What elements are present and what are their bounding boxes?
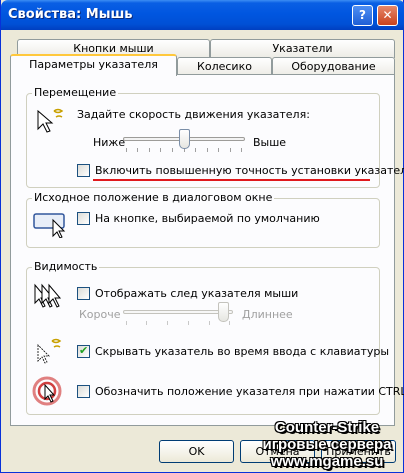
tab-label: Оборудование xyxy=(291,60,376,73)
pointer-trails-icon xyxy=(34,283,62,308)
enhance-precision-checkbox[interactable]: ✔ xyxy=(77,164,90,177)
ok-button[interactable]: OK xyxy=(159,440,234,463)
tab-label: Указатели xyxy=(272,42,333,55)
pointer-trails-label[interactable]: Отображать след указателя мыши xyxy=(95,287,298,300)
hide-pointer-label[interactable]: Скрывать указатель во время ввода с клав… xyxy=(95,345,389,358)
snap-to-button-icon xyxy=(33,213,66,238)
tab-pointer-options[interactable]: Параметры указателя xyxy=(10,54,177,76)
snap-to-legend: Исходное положение в диалоговом окне xyxy=(32,191,275,204)
tab-label: Параметры указателя xyxy=(29,58,158,71)
ctrl-locate-icon xyxy=(32,376,62,406)
visibility-legend: Видимость xyxy=(32,260,100,273)
snap-to-default-checkbox[interactable]: ✔ xyxy=(77,212,90,225)
tab-pointers[interactable]: Указатели xyxy=(210,39,395,58)
motion-legend: Перемещение xyxy=(32,86,119,99)
trails-slider-thumb[interactable] xyxy=(218,302,229,322)
close-button[interactable]: ✕ xyxy=(377,5,398,26)
site-watermark: Counter-Strike игровые сервера www.mgame… xyxy=(249,419,404,470)
trails-long-label: Длиннее xyxy=(242,308,293,321)
highlight-underline xyxy=(93,179,370,181)
trails-slider-track[interactable] xyxy=(123,310,233,314)
watermark-line-2: игровые сервера xyxy=(262,436,392,453)
speed-label: Задайте скорость движения указателя: xyxy=(77,108,310,121)
hide-pointer-icon xyxy=(37,338,62,364)
hide-pointer-checkbox[interactable]: ✔ xyxy=(77,344,90,358)
watermark-line-3: www.mgame.su xyxy=(270,453,384,470)
pointer-speed-icon xyxy=(37,108,64,133)
help-button[interactable]: ? xyxy=(352,5,373,26)
speed-slider-thumb[interactable] xyxy=(179,129,190,149)
window-title: Свойства: Мышь xyxy=(8,7,133,22)
speed-slow-label: Ниже xyxy=(93,136,126,149)
show-location-ctrl-checkbox[interactable]: ✔ xyxy=(77,385,90,398)
enhance-precision-label[interactable]: Включить повышенную точность установки у… xyxy=(95,164,404,177)
show-location-ctrl-label[interactable]: Обозначить положение указателя при нажат… xyxy=(95,385,404,398)
tab-label: Колесико xyxy=(197,60,252,73)
trails-slider-ticks xyxy=(126,321,230,325)
title-bar[interactable]: Свойства: Мышь ? ✕ xyxy=(1,0,404,30)
mouse-properties-window: Свойства: Мышь ? ✕ Кнопки мыши Указатели… xyxy=(0,0,404,473)
watermark-line-1: Counter-Strike xyxy=(274,419,380,436)
trails-short-label: Короче xyxy=(79,308,121,321)
pointer-trails-checkbox[interactable]: ✔ xyxy=(77,287,90,300)
speed-fast-label: Выше xyxy=(253,136,287,149)
snap-to-default-label[interactable]: На кнопке, выбираемой по умолчанию xyxy=(95,212,320,225)
